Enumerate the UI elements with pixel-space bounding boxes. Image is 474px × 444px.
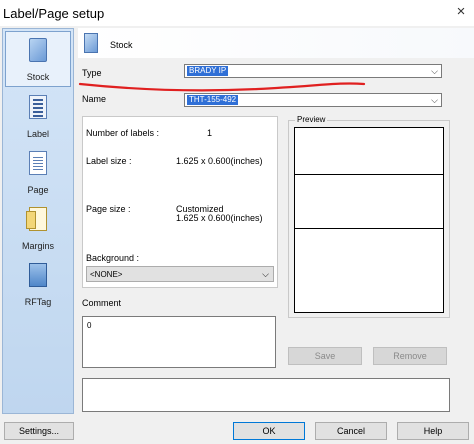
type-label: Type <box>82 68 102 78</box>
description-box <box>82 378 450 412</box>
sidebar-item-stock[interactable]: Stock <box>5 31 71 87</box>
chevron-down-icon: ⌵ <box>262 269 269 279</box>
sidebar-item-label: Label <box>26 129 50 139</box>
stock-icon <box>29 38 47 62</box>
sidebar-item-page[interactable]: Page <box>3 145 73 201</box>
comment-input[interactable]: 0 <box>82 316 276 368</box>
number-of-labels-label: Number of labels : <box>86 128 160 138</box>
section-title: Stock <box>110 40 133 50</box>
type-value: BRADY IP <box>187 66 229 76</box>
preview-group: Preview <box>288 115 450 318</box>
page-size-label: Page size : <box>86 204 131 214</box>
page-size-dimensions: 1.625 x 0.600(inches) <box>176 213 263 223</box>
sidebar-item-rftag[interactable]: RFTag <box>3 257 73 313</box>
stock-icon <box>84 33 98 53</box>
number-of-labels-value: 1 <box>207 128 213 138</box>
close-icon[interactable]: × <box>452 3 470 20</box>
cancel-button[interactable]: Cancel <box>315 422 387 440</box>
sidebar-nav: Stock Label Page Margins RFTag <box>2 28 74 414</box>
title-bar: Label/Page setup × <box>0 0 474 26</box>
name-value: THT-155-492 <box>187 95 239 105</box>
section-header: Stock <box>78 28 474 58</box>
sidebar-item-label: Stock <box>26 72 50 82</box>
label-icon <box>29 95 47 119</box>
sidebar-item-label-settings[interactable]: Label <box>3 89 73 145</box>
type-select[interactable]: BRADY IP ⌵ <box>184 64 442 78</box>
preview-label: Preview <box>295 115 328 124</box>
preview-label-divider <box>295 228 443 229</box>
comment-value: 0 <box>87 321 92 330</box>
ok-button[interactable]: OK <box>233 422 305 440</box>
rftag-icon <box>29 263 47 287</box>
preview-sheet <box>294 127 444 313</box>
sidebar-item-label: RFTag <box>24 297 52 307</box>
chevron-down-icon: ⌵ <box>431 95 438 105</box>
window-title: Label/Page setup <box>3 6 105 21</box>
margins-icon <box>26 207 47 231</box>
label-size-value: 1.625 x 0.600(inches) <box>176 156 263 166</box>
page-icon <box>29 151 47 175</box>
background-value: <NONE> <box>90 270 123 279</box>
label-size-label: Label size : <box>86 156 132 166</box>
remove-button[interactable]: Remove <box>373 347 447 365</box>
comment-label: Comment <box>82 298 122 308</box>
sidebar-item-label: Margins <box>21 241 54 251</box>
preview-label-divider <box>295 174 443 175</box>
settings-button[interactable]: Settings... <box>4 422 74 440</box>
name-select[interactable]: THT-155-492 ⌵ <box>184 93 442 107</box>
background-label: Background : <box>86 253 140 263</box>
background-select[interactable]: <NONE> ⌵ <box>86 266 274 282</box>
button-bar: Settings... OK Cancel Help <box>0 416 474 444</box>
name-label: Name <box>82 94 107 104</box>
save-button[interactable]: Save <box>288 347 362 365</box>
sidebar-item-margins[interactable]: Margins <box>3 201 73 257</box>
annotation-underline <box>78 82 366 92</box>
chevron-down-icon: ⌵ <box>431 66 438 76</box>
sidebar-item-label: Page <box>27 185 49 195</box>
help-button[interactable]: Help <box>397 422 469 440</box>
